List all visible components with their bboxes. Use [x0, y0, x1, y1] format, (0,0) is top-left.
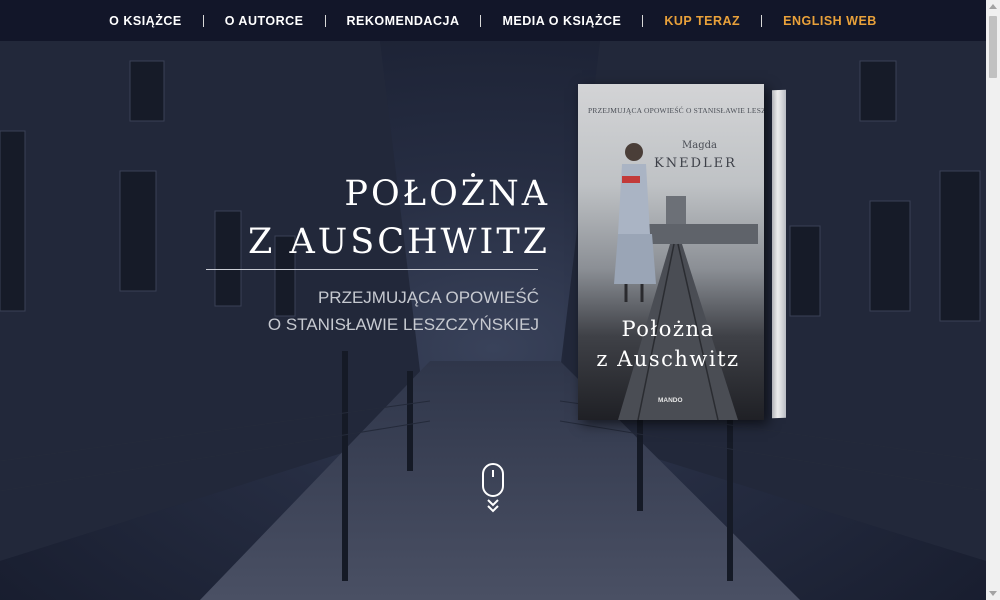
scroll-down-indicator[interactable] — [480, 462, 506, 518]
nav-link-o-ksiazce[interactable]: O KSIĄŻCE — [88, 14, 203, 28]
cover-title-line-1: Położna — [621, 317, 715, 341]
nav-link-o-autorce[interactable]: O AUTORCE — [204, 14, 325, 28]
title-line-2: Z AUSCHWITZ — [248, 222, 550, 262]
cover-title: Położna z Auschwitz — [578, 314, 758, 374]
scroll-down-arrow-icon[interactable] — [986, 586, 1000, 600]
cover-author-last: KNEDLER — [654, 156, 737, 171]
nav-link-kup-teraz[interactable]: KUP TERAZ — [643, 14, 761, 28]
subtitle-line-1: PRZEJMUJĄCA OPOWIEŚĆ — [317, 288, 539, 307]
subtitle-line-2: O STANISŁAWIE LESZCZYŃSKIEJ — [267, 315, 539, 334]
nav-link-media[interactable]: MEDIA O KSIĄŻCE — [481, 14, 642, 28]
page-title: POŁOŻNA Z AUSCHWITZ — [248, 170, 550, 266]
title-divider — [206, 269, 538, 270]
cover-publisher-logo: MANDO — [658, 397, 683, 404]
nav-link-rekomendacja[interactable]: REKOMENDACJA — [326, 14, 481, 28]
double-chevron-down-icon — [487, 499, 499, 513]
scroll-up-arrow-icon[interactable] — [986, 0, 1000, 14]
cover-title-line-2: z Auschwitz — [596, 347, 740, 371]
nav-link-english-web[interactable]: ENGLISH WEB — [762, 14, 898, 28]
cover-tagline: PRZEJMUJĄCA OPOWIEŚĆ O STANISŁAWIE LESZC… — [588, 106, 764, 115]
book-front-cover: PRZEJMUJĄCA OPOWIEŚĆ O STANISŁAWIE LESZC… — [578, 84, 764, 420]
title-line-1: POŁOŻNA — [344, 174, 550, 214]
book-cover-image: PRZEJMUJĄCA OPOWIEŚĆ O STANISŁAWIE LESZC… — [578, 84, 786, 420]
page-subtitle: PRZEJMUJĄCA OPOWIEŚĆ O STANISŁAWIE LESZC… — [268, 284, 539, 338]
mouse-scroll-icon — [482, 463, 504, 497]
vertical-scrollbar[interactable] — [986, 0, 1000, 600]
book-spine — [772, 89, 786, 419]
scrollbar-thumb[interactable] — [989, 16, 997, 78]
cover-author-first: Magda — [682, 140, 717, 151]
top-navigation: O KSIĄŻCE O AUTORCE REKOMENDACJA MEDIA O… — [0, 0, 986, 41]
